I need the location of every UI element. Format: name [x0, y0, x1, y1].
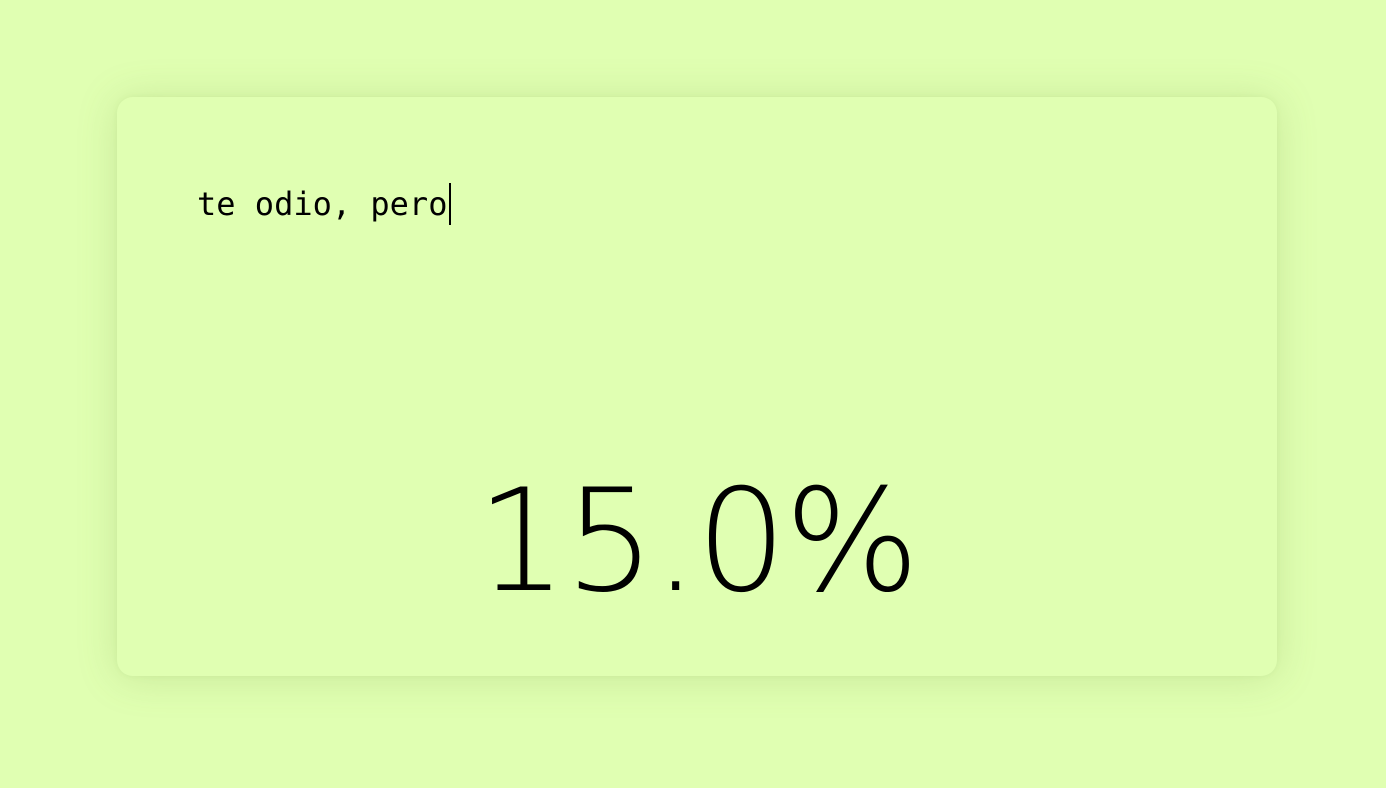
text-caret	[449, 183, 451, 225]
percentage-score: 15.0%	[476, 459, 919, 624]
text-input-field[interactable]: te odio, pero	[197, 183, 451, 225]
sentiment-card: te odio, pero 15.0%	[117, 97, 1277, 676]
input-text: te odio, pero	[197, 185, 448, 223]
